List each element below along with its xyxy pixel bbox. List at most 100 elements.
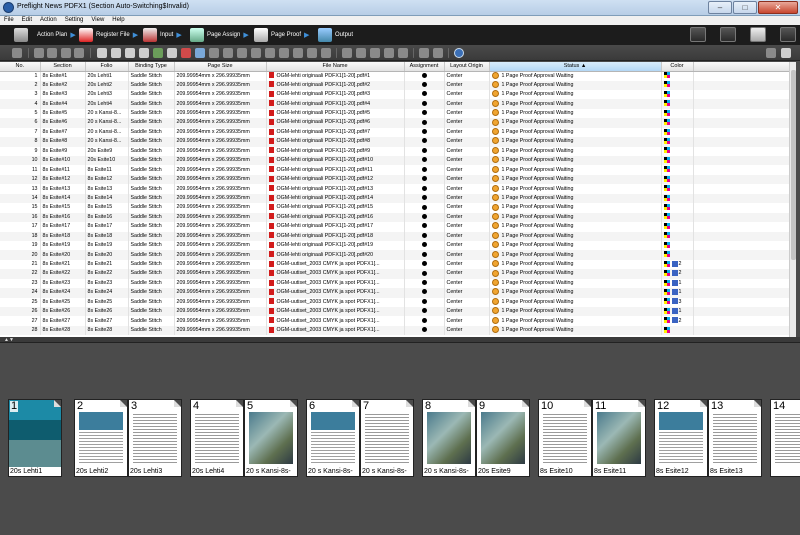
page-thumbnail[interactable]: 3 20s Lehti3 [128, 399, 182, 477]
menu-view[interactable]: View [91, 16, 104, 25]
table-row[interactable]: 18 8s Esite#18 8s Esite18 Saddle Stitch 209.… [0, 231, 790, 241]
tool-icon[interactable] [384, 48, 394, 58]
minimize-icon[interactable]: – [708, 1, 732, 14]
menu-help[interactable]: Help [112, 16, 124, 25]
table-row[interactable]: 3 8s Esite#3 20s Lehti3 Saddle Stitch 209.99… [0, 89, 790, 100]
table-row[interactable]: 8 8s Esite#8 20 s Kansi-8... Saddle Stitch 2… [0, 137, 790, 147]
table-row[interactable]: 26 8s Esite#26 8s Esite26 Saddle Stitch 209.… [0, 307, 790, 317]
page-thumbnail[interactable]: 13 8s Esite13 [708, 399, 762, 477]
page-icon[interactable] [125, 48, 135, 58]
table-row[interactable]: 12 8s Esite#12 8s Esite12 Saddle Stitch 209.… [0, 174, 790, 185]
help-icon[interactable] [454, 48, 464, 58]
table-row[interactable]: 5 8s Esite#5 20 s Kansi-8... Saddle Stitch 2… [0, 108, 790, 119]
tool-icon[interactable] [223, 48, 233, 58]
table-row[interactable]: 23 8s Esite#23 8s Esite23 Saddle Stitch 209.… [0, 278, 790, 289]
column-color[interactable]: Color [661, 62, 694, 72]
tool-icon[interactable] [209, 48, 219, 58]
table-row[interactable]: 11 8s Esite#11 8s Esite11 Saddle Stitch 209.… [0, 165, 790, 175]
table-row[interactable]: 17 8s Esite#17 8s Esite17 Saddle Stitch 209.… [0, 222, 790, 232]
view-list-icon[interactable] [750, 27, 766, 42]
insert-page-icon[interactable] [139, 48, 149, 58]
tool-icon[interactable] [279, 48, 289, 58]
page-thumbnail[interactable]: 6 20 s Kansi-8s- [306, 399, 360, 477]
copy-icon[interactable] [97, 48, 107, 58]
column-layout-origin[interactable]: Layout Origin [444, 62, 490, 72]
table-row[interactable]: 24 8s Esite#24 8s Esite24 Saddle Stitch 209.… [0, 288, 790, 298]
workflow-input[interactable]: Input ▶ [143, 27, 182, 43]
scrollbar-thumb[interactable] [791, 70, 796, 260]
search-icon[interactable] [342, 48, 352, 58]
table-row[interactable]: 7 8s Esite#7 20 s Kansi-8... Saddle Stitch 2… [0, 127, 790, 138]
column-assignment[interactable]: Assignment [404, 62, 445, 72]
check-icon[interactable] [34, 48, 44, 58]
table-row[interactable]: 1 8s Esite#1 20s Lehti1 Saddle Stitch 209.99… [0, 71, 790, 81]
table-row[interactable]: 4 8s Esite#4 20s Lehti4 Saddle Stitch 209.99… [0, 99, 790, 109]
menu-file[interactable]: File [4, 16, 14, 25]
table-row[interactable]: 9 8s Esite#9 20s Esite9 Saddle Stitch 209.99… [0, 146, 790, 156]
column-folio[interactable]: Folio [85, 62, 129, 72]
table-row[interactable]: 27 8s Esite#27 8s Esite27 Saddle Stitch 209.… [0, 316, 790, 326]
page-thumbnail[interactable]: 11 8s Esite11 [592, 399, 646, 477]
table-row[interactable]: 13 8s Esite#13 8s Esite13 Saddle Stitch 209.… [0, 184, 790, 194]
tool-icon[interactable] [356, 48, 366, 58]
workflow-action-plan[interactable]: Action Plan ▶ [14, 27, 76, 43]
tool-icon[interactable] [398, 48, 408, 58]
menu-edit[interactable]: Edit [22, 16, 32, 25]
page-thumbnail[interactable]: 14 [770, 399, 800, 477]
paste-icon[interactable] [111, 48, 121, 58]
close-icon[interactable]: ✕ [758, 1, 798, 14]
column-page-size[interactable]: Page Size [174, 62, 267, 72]
table-row[interactable]: 19 8s Esite#19 8s Esite19 Saddle Stitch 209.… [0, 240, 790, 251]
tool-icon[interactable] [251, 48, 261, 58]
page-thumbnail[interactable]: 12 8s Esite12 [654, 399, 708, 477]
view-thumbnail-icon[interactable] [690, 27, 706, 42]
column-section[interactable]: Section [40, 62, 86, 72]
tool-icon[interactable] [307, 48, 317, 58]
table-row[interactable]: 20 8s Esite#20 8s Esite20 Saddle Stitch 209.… [0, 250, 790, 260]
page-thumbnail[interactable]: 1 20s Lehti1 [8, 399, 62, 477]
zoom-icon[interactable] [781, 48, 791, 58]
table-row[interactable]: 16 8s Esite#16 8s Esite16 Saddle Stitch 209.… [0, 212, 790, 223]
view-page-icon[interactable] [720, 27, 736, 42]
pdf-icon[interactable] [181, 48, 191, 58]
trash-icon[interactable] [12, 48, 22, 58]
tool-icon[interactable] [265, 48, 275, 58]
tool-icon[interactable] [321, 48, 331, 58]
page-thumbnail[interactable]: 7 20 s Kansi-8s- [360, 399, 414, 477]
workflow-output[interactable]: Output [318, 27, 353, 43]
table-row[interactable]: 2 8s Esite#2 20s Lehti2 Saddle Stitch 209.99… [0, 80, 790, 90]
table-row[interactable]: 6 8s Esite#6 20 s Kansi-8... Saddle Stitch 2… [0, 118, 790, 128]
maximize-icon[interactable]: □ [733, 1, 757, 14]
color-icon[interactable] [195, 48, 205, 58]
register-icon[interactable] [153, 48, 163, 58]
reject-icon[interactable] [47, 48, 57, 58]
menu-action[interactable]: Action [40, 16, 57, 25]
menu-setting[interactable]: Setting [65, 16, 84, 25]
column-file-name[interactable]: File Name [266, 62, 405, 72]
column-status[interactable]: Status ▲ [489, 62, 662, 72]
tool-icon[interactable] [293, 48, 303, 58]
column-binding-type[interactable]: Binding Type [128, 62, 175, 72]
table-row[interactable]: 22 8s Esite#22 8s Esite22 Saddle Stitch 209.… [0, 269, 790, 279]
view-grid-icon[interactable] [780, 27, 796, 42]
page-thumbnail[interactable]: 10 8s Esite10 [538, 399, 592, 477]
workflow-page-assign[interactable]: Page Assign ▶ [190, 27, 249, 43]
workflow-page-proof[interactable]: Page Proof ▶ [254, 27, 309, 43]
table-row[interactable]: 28 8s Esite#28 8s Esite28 Saddle Stitch 209.… [0, 325, 790, 336]
page-thumbnail[interactable]: 8 20 s Kansi-8s- [422, 399, 476, 477]
column-no[interactable]: No. [0, 62, 41, 72]
undo-icon[interactable] [419, 48, 429, 58]
redo-icon[interactable] [433, 48, 443, 58]
tool-icon[interactable] [74, 48, 84, 58]
tool-icon[interactable] [237, 48, 247, 58]
table-row[interactable]: 21 8s Esite#21 8s Esite21 Saddle Stitch 209.… [0, 259, 790, 270]
table-vertical-scrollbar[interactable] [789, 62, 796, 337]
page-thumbnail[interactable]: 4 20s Lehti4 [190, 399, 244, 477]
table-row[interactable]: 10 8s Esite#10 20s Esite10 Saddle Stitch 209… [0, 156, 790, 166]
table-row[interactable]: 15 8s Esite#15 8s Esite15 Saddle Stitch 209.… [0, 203, 790, 213]
table-row[interactable]: 14 8s Esite#14 8s Esite14 Saddle Stitch 209.… [0, 193, 790, 204]
page-thumbnail[interactable]: 2 20s Lehti2 [74, 399, 128, 477]
table-row[interactable]: 25 8s Esite#25 8s Esite25 Saddle Stitch 209.… [0, 297, 790, 307]
page-thumbnail[interactable]: 9 20s Esite9 [476, 399, 530, 477]
link-icon[interactable] [167, 48, 177, 58]
